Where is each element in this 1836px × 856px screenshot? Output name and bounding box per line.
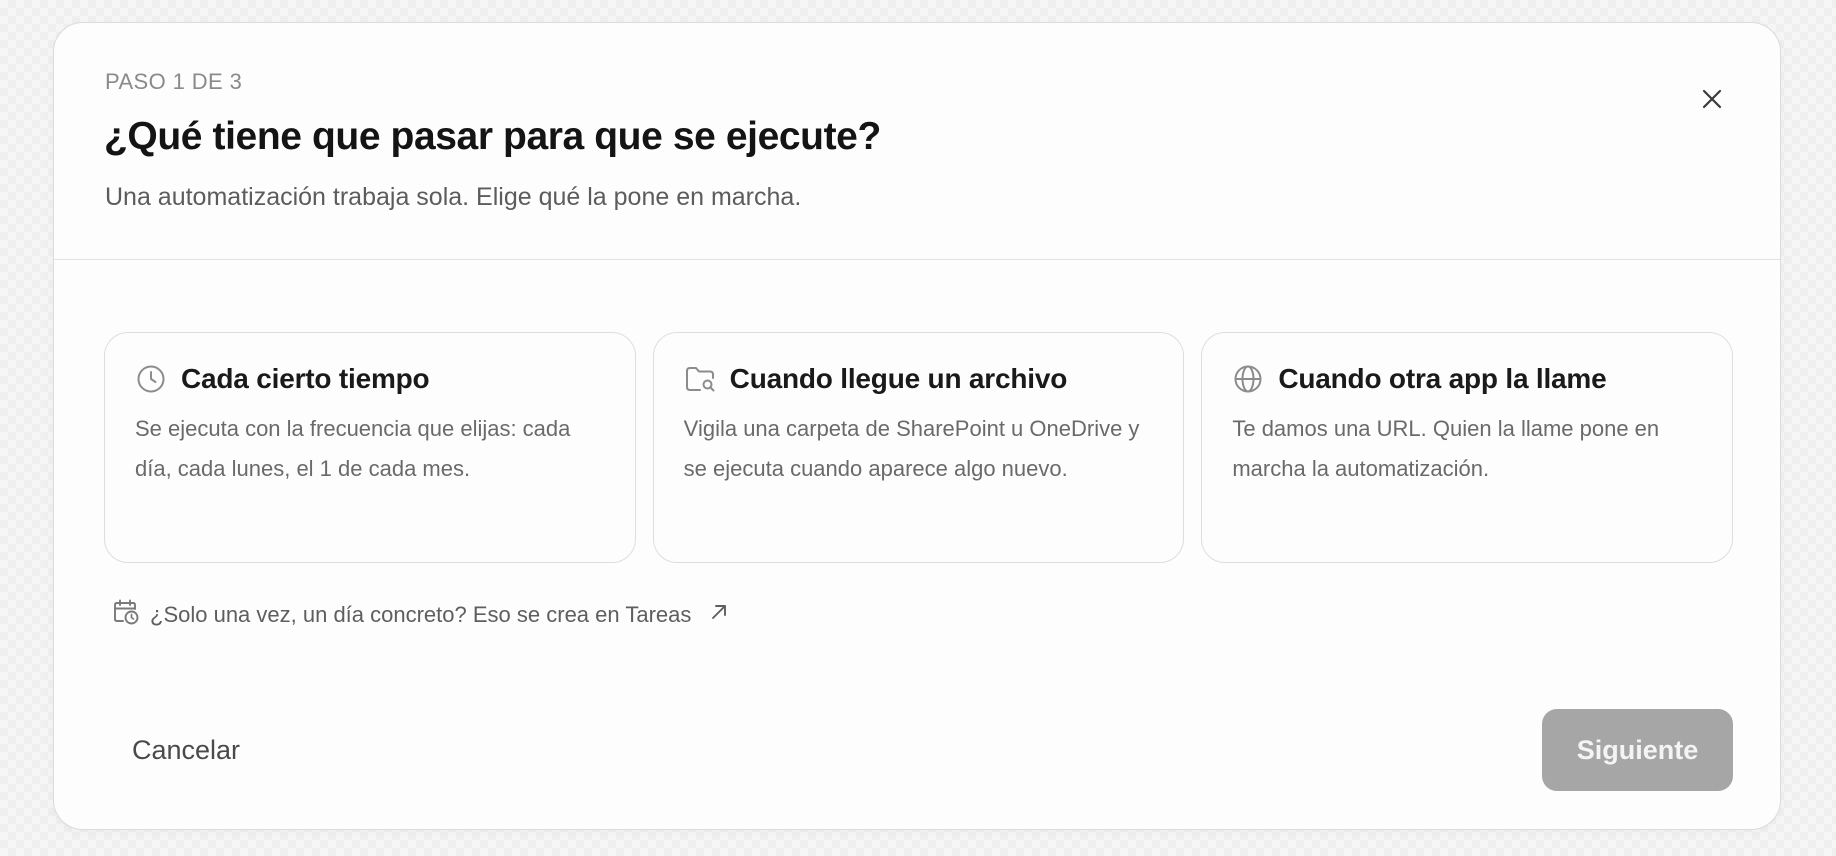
trigger-dialog: PASO 1 DE 3 ¿Qué tiene que pasar para qu… xyxy=(53,22,1781,830)
trigger-card-schedule[interactable]: Cada cierto tiempo Se ejecuta con la fre… xyxy=(104,332,636,563)
card-title: Cuando otra app la llame xyxy=(1278,363,1607,394)
dialog-title: ¿Qué tiene que pasar para que se ejecute… xyxy=(104,115,881,158)
card-title: Cada cierto tiempo xyxy=(181,363,430,394)
card-header: Cuando llegue un archivo xyxy=(684,363,1154,395)
card-description: Se ejecuta con la frecuencia que elijas:… xyxy=(135,416,571,481)
card-header: Cada cierto tiempo xyxy=(135,363,605,395)
next-button[interactable]: Siguiente xyxy=(1542,709,1733,791)
cancel-button[interactable]: Cancelar xyxy=(132,735,240,766)
calendar-clock-icon xyxy=(112,598,140,631)
dialog-header: PASO 1 DE 3 ¿Qué tiene que pasar para qu… xyxy=(54,23,1780,260)
dialog-subtitle: Una automatización trabaja sola. Elige q… xyxy=(105,183,802,211)
trigger-card-webhook[interactable]: Cuando otra app la llame Te damos una UR… xyxy=(1201,332,1734,563)
step-indicator: PASO 1 DE 3 xyxy=(105,69,243,94)
card-description: Te damos una URL. Quien la llame pone en… xyxy=(1232,416,1660,481)
tasks-link[interactable]: ¿Solo una vez, un día concreto? Eso se c… xyxy=(112,598,729,631)
close-icon xyxy=(1702,89,1722,109)
tasks-link-text: ¿Solo una vez, un día concreto? Eso se c… xyxy=(150,601,692,627)
arrow-up-right-icon xyxy=(709,602,729,627)
folder-search-icon xyxy=(684,363,716,395)
close-button[interactable] xyxy=(1692,79,1732,119)
card-description: Vigila una carpeta de SharePoint u OneDr… xyxy=(683,416,1140,481)
card-title: Cuando llegue un archivo xyxy=(729,363,1068,394)
trigger-options: Cada cierto tiempo Se ejecuta con la fre… xyxy=(104,332,1734,563)
globe-icon xyxy=(1232,363,1264,395)
trigger-card-file[interactable]: Cuando llegue un archivo Vigila una carp… xyxy=(652,332,1185,563)
clock-icon xyxy=(135,363,167,395)
card-header: Cuando otra app la llame xyxy=(1232,363,1702,395)
